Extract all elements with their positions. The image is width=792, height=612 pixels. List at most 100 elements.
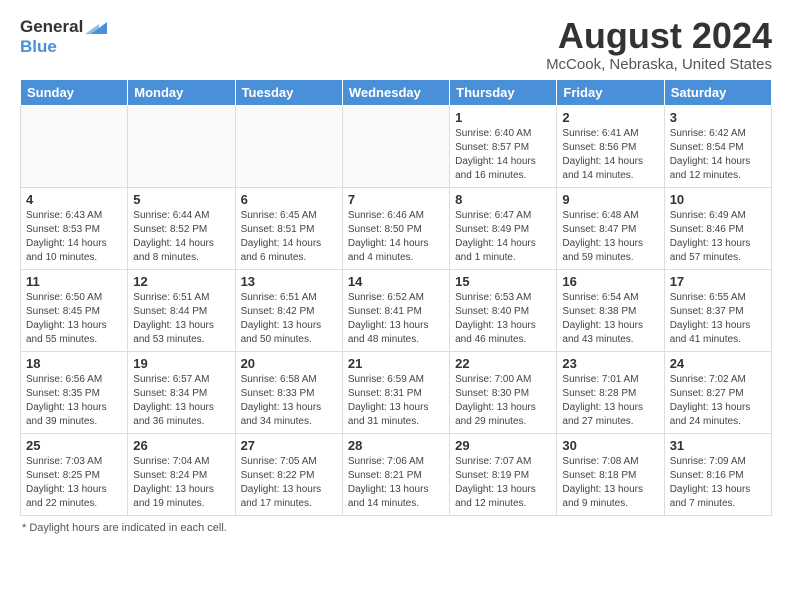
day-info: Sunrise: 6:54 AM Sunset: 8:38 PM Dayligh…	[562, 291, 658, 347]
calendar-cell: 28Sunrise: 7:06 AM Sunset: 8:21 PM Dayli…	[342, 433, 449, 515]
calendar-cell: 25 Sunrise: 7:03 AM Sunset: 8:25 PM Dayli…	[21, 433, 128, 515]
day-info: Sunrise: 7:00 AM Sunset: 8:30 PM Dayligh…	[455, 373, 551, 429]
day-number: 4	[26, 192, 122, 207]
day-info: Sunrise: 6:49 AM Sunset: 8:46 PM Dayligh…	[670, 209, 766, 265]
calendar-cell: 15 Sunrise: 6:53 AM Sunset: 8:40 PM Dayli…	[450, 269, 557, 351]
calendar-cell: 16 Sunrise: 6:54 AM Sunset: 8:38 PM Dayli…	[557, 269, 664, 351]
page: General Blue August 2024 McCook, Nebrask…	[0, 0, 792, 544]
calendar-cell: 2 Sunrise: 6:41 AM Sunset: 8:56 PM Daylig…	[557, 105, 664, 187]
calendar-cell: 12 Sunrise: 6:51 AM Sunset: 8:44 PM Dayli…	[128, 269, 235, 351]
calendar-week-1: 1 Sunrise: 6:40 AM Sunset: 8:57 PM Daylig…	[21, 105, 772, 187]
calendar-header-row: SundayMondayTuesdayWednesdayThursdayFrid…	[21, 79, 772, 105]
day-info: Sunrise: 6:55 AM Sunset: 8:37 PM Dayligh…	[670, 291, 766, 347]
day-info: Sunrise: 6:47 AM Sunset: 8:49 PM Dayligh…	[455, 209, 551, 265]
calendar-cell: 3 Sunrise: 6:42 AM Sunset: 8:54 PM Daylig…	[664, 105, 771, 187]
logo: General Blue	[20, 16, 107, 57]
calendar-cell: 18Sunrise: 6:56 AM Sunset: 8:35 PM Dayli…	[21, 351, 128, 433]
day-info: Sunrise: 6:41 AM Sunset: 8:56 PM Dayligh…	[562, 127, 658, 183]
calendar-cell: 26 Sunrise: 7:04 AM Sunset: 8:24 PM Dayli…	[128, 433, 235, 515]
logo-triangle-icon	[85, 16, 107, 38]
header: General Blue August 2024 McCook, Nebrask…	[20, 16, 772, 73]
day-number: 19	[133, 356, 229, 371]
day-info: Sunrise: 6:51 AM Sunset: 8:44 PM Dayligh…	[133, 291, 229, 347]
day-info: Sunrise: 7:03 AM Sunset: 8:25 PM Dayligh…	[26, 455, 122, 511]
calendar-table: SundayMondayTuesdayWednesdayThursdayFrid…	[20, 79, 772, 516]
day-info: Sunrise: 6:52 AM Sunset: 8:41 PM Dayligh…	[348, 291, 444, 347]
calendar-cell: 29Sunrise: 7:07 AM Sunset: 8:19 PM Dayli…	[450, 433, 557, 515]
day-number: 16	[562, 274, 658, 289]
day-number: 6	[241, 192, 337, 207]
calendar-cell: 23Sunrise: 7:01 AM Sunset: 8:28 PM Dayli…	[557, 351, 664, 433]
day-info: Sunrise: 6:59 AM Sunset: 8:31 PM Dayligh…	[348, 373, 444, 429]
calendar-week-2: 4 Sunrise: 6:43 AM Sunset: 8:53 PM Daylig…	[21, 187, 772, 269]
day-number: 28	[348, 438, 444, 453]
logo-blue-text: Blue	[20, 37, 57, 56]
day-number: 26	[133, 438, 229, 453]
day-number: 9	[562, 192, 658, 207]
day-number: 22	[455, 356, 551, 371]
day-number: 15	[455, 274, 551, 289]
calendar-cell	[342, 105, 449, 187]
day-number: 8	[455, 192, 551, 207]
day-number: 3	[670, 110, 766, 125]
day-number: 27	[241, 438, 337, 453]
calendar-cell: 4 Sunrise: 6:43 AM Sunset: 8:53 PM Daylig…	[21, 187, 128, 269]
calendar-cell: 30 Sunrise: 7:08 AM Sunset: 8:18 PM Dayli…	[557, 433, 664, 515]
title-area: August 2024 McCook, Nebraska, United Sta…	[546, 16, 772, 73]
calendar-cell: 9 Sunrise: 6:48 AM Sunset: 8:47 PM Daylig…	[557, 187, 664, 269]
col-header-friday: Friday	[557, 79, 664, 105]
day-info: Sunrise: 6:57 AM Sunset: 8:34 PM Dayligh…	[133, 373, 229, 429]
day-info: Sunrise: 7:09 AM Sunset: 8:16 PM Dayligh…	[670, 455, 766, 511]
day-number: 25	[26, 438, 122, 453]
day-info: Sunrise: 6:50 AM Sunset: 8:45 PM Dayligh…	[26, 291, 122, 347]
day-number: 20	[241, 356, 337, 371]
calendar-cell: 21 Sunrise: 6:59 AM Sunset: 8:31 PM Dayli…	[342, 351, 449, 433]
calendar-cell: 17 Sunrise: 6:55 AM Sunset: 8:37 PM Dayli…	[664, 269, 771, 351]
day-number: 21	[348, 356, 444, 371]
calendar-cell: 20 Sunrise: 6:58 AM Sunset: 8:33 PM Dayli…	[235, 351, 342, 433]
day-number: 12	[133, 274, 229, 289]
calendar-cell: 1 Sunrise: 6:40 AM Sunset: 8:57 PM Daylig…	[450, 105, 557, 187]
day-info: Sunrise: 6:48 AM Sunset: 8:47 PM Dayligh…	[562, 209, 658, 265]
day-number: 30	[562, 438, 658, 453]
day-number: 10	[670, 192, 766, 207]
calendar-cell: 5 Sunrise: 6:44 AM Sunset: 8:52 PM Daylig…	[128, 187, 235, 269]
day-info: Sunrise: 6:43 AM Sunset: 8:53 PM Dayligh…	[26, 209, 122, 265]
day-info: Sunrise: 7:08 AM Sunset: 8:18 PM Dayligh…	[562, 455, 658, 511]
day-info: Sunrise: 7:02 AM Sunset: 8:27 PM Dayligh…	[670, 373, 766, 429]
footer-note-text: Daylight hours	[29, 522, 99, 534]
day-number: 31	[670, 438, 766, 453]
day-info: Sunrise: 6:42 AM Sunset: 8:54 PM Dayligh…	[670, 127, 766, 183]
day-number: 1	[455, 110, 551, 125]
calendar-cell: 11 Sunrise: 6:50 AM Sunset: 8:45 PM Dayli…	[21, 269, 128, 351]
day-number: 17	[670, 274, 766, 289]
col-header-thursday: Thursday	[450, 79, 557, 105]
calendar-cell	[235, 105, 342, 187]
day-number: 23	[562, 356, 658, 371]
calendar-cell: 24 Sunrise: 7:02 AM Sunset: 8:27 PM Dayli…	[664, 351, 771, 433]
day-number: 11	[26, 274, 122, 289]
calendar-cell: 14 Sunrise: 6:52 AM Sunset: 8:41 PM Dayli…	[342, 269, 449, 351]
day-info: Sunrise: 6:45 AM Sunset: 8:51 PM Dayligh…	[241, 209, 337, 265]
day-info: Sunrise: 6:58 AM Sunset: 8:33 PM Dayligh…	[241, 373, 337, 429]
day-number: 2	[562, 110, 658, 125]
calendar-cell: 27Sunrise: 7:05 AM Sunset: 8:22 PM Dayli…	[235, 433, 342, 515]
col-header-wednesday: Wednesday	[342, 79, 449, 105]
day-info: Sunrise: 7:07 AM Sunset: 8:19 PM Dayligh…	[455, 455, 551, 511]
calendar-cell	[21, 105, 128, 187]
day-number: 14	[348, 274, 444, 289]
footer-note: * Daylight hours are indicated in each c…	[20, 522, 772, 534]
day-info: Sunrise: 7:04 AM Sunset: 8:24 PM Dayligh…	[133, 455, 229, 511]
day-number: 13	[241, 274, 337, 289]
calendar-cell	[128, 105, 235, 187]
day-number: 18	[26, 356, 122, 371]
day-info: Sunrise: 6:44 AM Sunset: 8:52 PM Dayligh…	[133, 209, 229, 265]
day-info: Sunrise: 6:40 AM Sunset: 8:57 PM Dayligh…	[455, 127, 551, 183]
day-number: 5	[133, 192, 229, 207]
calendar-cell: 19 Sunrise: 6:57 AM Sunset: 8:34 PM Dayli…	[128, 351, 235, 433]
day-number: 24	[670, 356, 766, 371]
subtitle: McCook, Nebraska, United States	[546, 56, 772, 73]
day-info: Sunrise: 6:53 AM Sunset: 8:40 PM Dayligh…	[455, 291, 551, 347]
calendar-week-4: 18Sunrise: 6:56 AM Sunset: 8:35 PM Dayli…	[21, 351, 772, 433]
calendar-cell: 10 Sunrise: 6:49 AM Sunset: 8:46 PM Dayli…	[664, 187, 771, 269]
